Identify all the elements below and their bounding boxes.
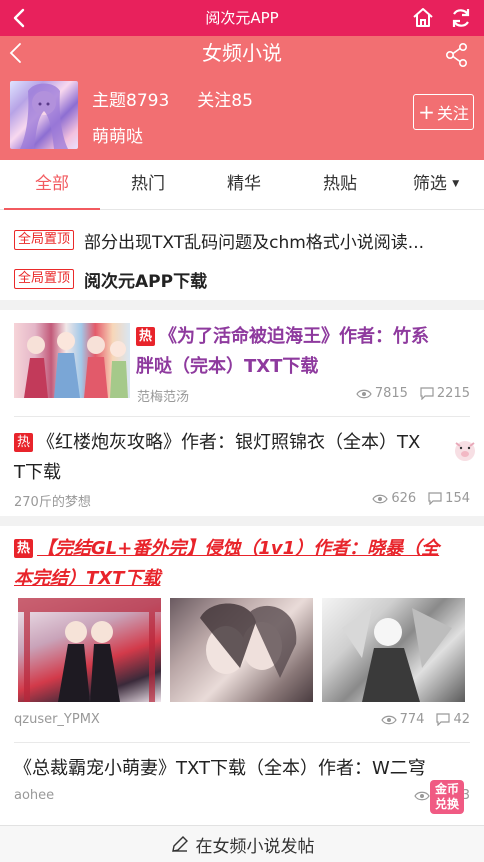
post-title-line: 本完结）TXT下载 [14,568,161,589]
coin-badge-line: 兑换 [434,797,459,811]
post-stats: 7815 2215 [348,386,470,401]
eye-icon [380,715,397,724]
post-title[interactable]: 《总裁霸宠小萌妻》TXT下载（全本）作者：W二穹 [14,754,470,784]
pinned-list: 全局置顶 部分出现TXT乱码问题及chm格式小说阅读... 全局置顶 阅次元AP… [0,211,484,310]
follow-button[interactable]: + 关注 [413,94,474,130]
section-divider [0,516,484,526]
plus-icon: + [418,100,435,124]
pig-sticker-icon [452,437,478,463]
pinned-item[interactable]: 全局置顶 部分出现TXT乱码问题及chm格式小说阅读... [14,229,425,253]
home-icon[interactable] [409,4,437,32]
pinned-item[interactable]: 全局置顶 阅次元APP下载 [14,268,208,292]
hot-badge: 热 [14,433,33,452]
section-divider [0,300,484,310]
refresh-icon[interactable] [447,4,475,32]
coin-exchange-badge[interactable]: 金币 兑换 [430,780,464,814]
post-image[interactable] [170,598,313,702]
follow-label: 关注 [436,104,469,123]
post-author[interactable]: 范梅范汤 [137,386,189,405]
pinned-tag: 全局置顶 [14,230,75,250]
compose-label: 在女频小说发帖 [195,836,315,857]
share-icon[interactable] [444,42,470,68]
coin-badge-line: 金币 [434,782,459,796]
caret-down-icon: ▼ [452,179,460,189]
comment-count: 2215 [436,386,470,401]
forum-stats: 主题8793 关注85 [92,86,281,111]
post-title[interactable]: 热【完结GL+番外完】侵蚀（1v1）作者：晓暴（全 本完结）TXT下载 [14,534,470,594]
pinned-title: 阅次元APP下载 [84,271,208,292]
post-title-line: 《红楼炮灰攻略》作者：银灯照锦衣（全本）TX [37,432,421,453]
comment-count: 42 [453,712,470,727]
forum-avatar [10,81,78,149]
post-title-line: 【完结GL+番外完】侵蚀（1v1）作者：晓暴（全 [37,538,440,559]
eye-icon [356,389,372,398]
view-count: 7815 [374,386,408,401]
active-tab-indicator [4,208,100,210]
comment-count: 154 [445,491,470,506]
post-title-line: 《为了活命被迫海王》作者：竹系 [159,326,429,347]
hot-badge: 热 [136,327,155,346]
post-compose-bar[interactable]: 在女频小说发帖 [0,825,484,862]
tab-bar: 全部 热门 精华 热贴 筛选 ▼ [0,160,484,210]
follower-count: 关注85 [197,91,253,111]
post-title-line: T下载 [14,462,61,483]
post-stats: 626 154 [364,491,470,506]
hot-badge: 热 [14,539,33,558]
tab-hot[interactable]: 热门 [100,160,196,210]
eye-icon [414,791,430,800]
forum-username: 萌萌哒 [92,127,143,147]
tab-filter[interactable]: 筛选 ▼ [388,160,484,210]
post-author[interactable]: qzuser_YPMX [14,712,100,727]
post-stats: 774 42 [373,712,470,727]
pinned-title: 部分出现TXT乱码问题及chm格式小说阅读... [84,232,425,253]
post-thumbnail[interactable] [14,323,130,398]
comment-icon [420,387,434,400]
post-image[interactable] [18,598,161,702]
post-image[interactable] [322,598,465,702]
topic-count: 主题8793 [92,91,170,111]
divider [14,416,470,417]
post-author[interactable]: 270斤的梦想 [14,491,91,510]
eye-icon [372,494,389,503]
edit-icon [171,836,188,852]
comment-icon [436,713,451,726]
pinned-tag: 全局置顶 [14,269,75,289]
post-author[interactable]: aohee [14,788,54,803]
view-count: 626 [391,491,417,506]
app-top-bar: 阅次元APP [0,0,484,36]
forum-header: 女频小说 主题8793 关注85 萌萌哒 + 关注 [0,36,484,160]
post-title-line: 胖哒（完本）TXT下载 [136,356,319,377]
post-title-line: 《总裁霸宠小萌妻》TXT下载（全本）作者：W二穹 [14,758,426,779]
divider [14,742,470,743]
tab-filter-label: 筛选 [412,174,447,194]
post-title[interactable]: 热《为了活命被迫海王》作者：竹系 胖哒（完本）TXT下载 [136,322,476,382]
tab-featured[interactable]: 精华 [196,160,292,210]
post-title[interactable]: 热《红楼炮灰攻略》作者：银灯照锦衣（全本）TX T下载 [14,428,470,488]
forum-name: 女频小说 [202,41,282,65]
comment-icon [428,492,442,505]
tab-hot-posts[interactable]: 热贴 [292,160,388,210]
tab-all[interactable]: 全部 [4,160,100,210]
view-count: 774 [399,712,425,727]
